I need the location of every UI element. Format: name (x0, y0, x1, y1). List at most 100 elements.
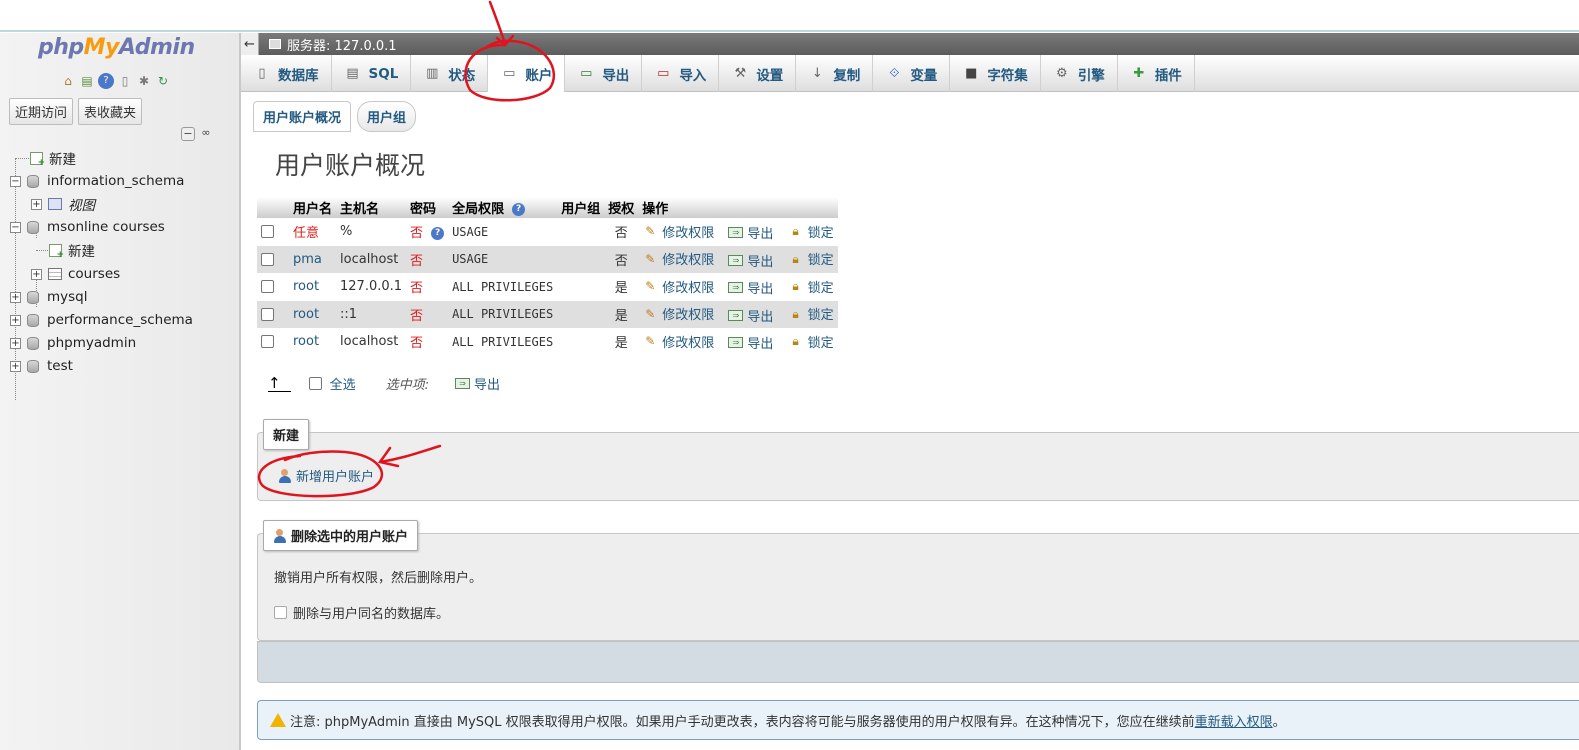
tree-item-test[interactable]: + test (10, 356, 73, 376)
cell-password: 否 (406, 273, 449, 301)
tab-export[interactable]: ▭ 导出 (565, 55, 643, 92)
tree-item-courses[interactable]: + courses (31, 264, 120, 284)
select-all-checkbox[interactable] (308, 377, 322, 390)
tree-item-label: performance_schema (47, 312, 193, 328)
edit-privileges-link[interactable]: ✎ 修改权限 (642, 304, 715, 324)
tree-item-mysql[interactable]: + mysql (10, 287, 88, 307)
tab-settings[interactable]: ⚒ 设置 (719, 55, 797, 92)
lock-link[interactable]: 🔒︎ 锁定 (788, 304, 833, 324)
view-icon (48, 198, 62, 210)
edit-privileges-link[interactable]: ✎ 修改权限 (642, 277, 714, 296)
tab-engines[interactable]: ⚙ 引擎 (1041, 55, 1118, 92)
tree-line (36, 250, 48, 251)
edit-privileges-link[interactable]: ✎ 修改权限 (642, 249, 714, 269)
navigation-sidebar: phpMyAdmin ⌂ ▤ ? ▯ ✱ ↻ 近期访问 表收藏夹 − ∞ 新建 … (0, 33, 241, 750)
row-checkbox[interactable] (261, 252, 274, 266)
link-icon[interactable]: ∞ (199, 127, 213, 141)
export-link[interactable]: ⇒ 导出 (728, 278, 773, 297)
export-link[interactable]: ⇒ 导出 (728, 223, 773, 242)
docs-icon[interactable]: ▯ (117, 73, 133, 89)
settings-icon[interactable]: ✱ (136, 73, 152, 89)
database-icon (27, 174, 39, 188)
table-header-row: 用户名 主机名 密码 全局权限? 用户组 授权 操作 (257, 197, 838, 218)
server-breadcrumb[interactable]: 服务器: 127.0.0.1 (287, 35, 397, 54)
recent-tab[interactable]: 近期访问 (9, 98, 74, 125)
expand-icon[interactable]: + (31, 268, 42, 280)
header-password[interactable]: 密码 (406, 197, 449, 218)
export-link[interactable]: ⇒ 导出 (728, 333, 773, 352)
tab-user-accounts-overview[interactable]: 用户账户概况 (253, 101, 352, 132)
tree-item-label: courses (68, 266, 121, 282)
tab-user-groups[interactable]: 用户组 (357, 101, 417, 132)
table-row: root localhost 否 ALL PRIVILEGES 是 ✎ 修改权限 … (257, 328, 838, 356)
lock-link[interactable]: 🔒︎ 锁定 (788, 277, 833, 296)
home-icon[interactable]: ⌂ (60, 73, 76, 89)
tab-databases[interactable]: ▯ 数据库 (241, 55, 332, 92)
header-username[interactable]: 用户名 (289, 197, 337, 218)
collapse-icon[interactable]: − (10, 175, 21, 187)
header-hostname[interactable]: 主机名 (336, 197, 407, 218)
tab-variables[interactable]: ⟐ 变量 (873, 55, 951, 92)
cell-grant: 否 (604, 218, 639, 246)
delete-legend-label: 删除选中的用户账户 (291, 530, 409, 545)
reload-privileges-link[interactable]: 重新载入权限 (1195, 711, 1273, 730)
row-checkbox[interactable] (261, 307, 274, 321)
tree-item-performance-schema[interactable]: + performance_schema (10, 310, 193, 330)
tab-import[interactable]: ▭ 导入 (642, 55, 720, 92)
tree-item-information-schema[interactable]: − information_schema (10, 171, 184, 191)
reload-icon[interactable]: ↻ (155, 73, 171, 89)
row-checkbox[interactable] (261, 335, 274, 349)
drop-db-label[interactable]: 删除与用户同名的数据库。 (293, 603, 449, 622)
help-icon[interactable]: ? (512, 203, 526, 216)
expand-icon[interactable]: + (10, 360, 21, 372)
tree-item-phpmyadmin[interactable]: + phpmyadmin (10, 333, 136, 353)
select-all-label[interactable]: 全选 (330, 374, 356, 393)
export-icon: ▭ (580, 66, 593, 81)
export-link[interactable]: ⇒ 导出 (728, 306, 773, 325)
help-icon[interactable]: ? (98, 73, 114, 89)
tab-sql[interactable]: ▤ SQL (332, 55, 412, 92)
add-user-account-link[interactable]: 新增用户账户 (278, 466, 374, 485)
lock-link[interactable]: 🔒︎ 锁定 (788, 222, 833, 241)
tree-item-views[interactable]: + 视图 (31, 194, 95, 214)
action-label: 修改权限 (662, 308, 715, 323)
collapse-sidebar-icon[interactable]: ← (241, 33, 259, 55)
tree-item-label: mysql (47, 289, 88, 305)
tab-accounts[interactable]: ▭ 账户 (488, 55, 566, 92)
action-label: 锁定 (807, 253, 834, 268)
status-icon: ▥ (426, 66, 439, 81)
variables-icon: ⟐ (889, 66, 900, 81)
tab-replication[interactable]: ↓ 复制 (796, 55, 874, 92)
password-value: 否 (410, 226, 424, 242)
collapse-icon[interactable]: − (10, 221, 21, 233)
header-grant: 授权 (604, 197, 639, 218)
favorites-tab[interactable]: 表收藏夹 (78, 98, 143, 125)
collapse-all-icon[interactable]: − (181, 127, 195, 141)
drop-db-checkbox[interactable] (274, 606, 287, 619)
database-icon[interactable]: ▤ (79, 73, 95, 89)
expand-icon[interactable]: + (10, 314, 21, 326)
tab-plugins[interactable]: ✚ 插件 (1118, 55, 1195, 92)
edit-privileges-link[interactable]: ✎ 修改权限 (642, 332, 714, 351)
phpmyadmin-logo[interactable]: phpMyAdmin (38, 35, 195, 60)
tab-status[interactable]: ▥ 状态 (411, 55, 489, 92)
tree-item-new-table[interactable]: 新建 (49, 240, 95, 260)
tree-item-new[interactable]: 新建 (30, 148, 76, 168)
lock-icon: 🔒︎ (792, 334, 799, 348)
export-icon: ⇒ (728, 282, 744, 293)
edit-privileges-link[interactable]: ✎ 修改权限 (642, 222, 714, 241)
export-link[interactable]: ⇒ 导出 (728, 251, 773, 270)
tree-item-msonline-courses[interactable]: − msonline courses (10, 217, 165, 237)
expand-icon[interactable]: + (31, 198, 42, 210)
lock-link[interactable]: 🔒︎ 锁定 (788, 249, 834, 269)
lock-link[interactable]: 🔒︎ 锁定 (788, 332, 833, 351)
bulk-export-link[interactable]: ⇒ 导出 (454, 374, 500, 393)
row-checkbox[interactable] (261, 280, 274, 294)
tab-charsets[interactable]: ■ 字符集 (950, 55, 1041, 92)
expand-icon[interactable]: + (10, 337, 21, 349)
help-icon[interactable]: ? (431, 227, 445, 241)
expand-icon[interactable]: + (10, 291, 21, 303)
page-title: 用户账户概况 (275, 151, 426, 180)
row-checkbox[interactable] (261, 225, 274, 239)
cell-hostname: localhost (336, 328, 407, 356)
